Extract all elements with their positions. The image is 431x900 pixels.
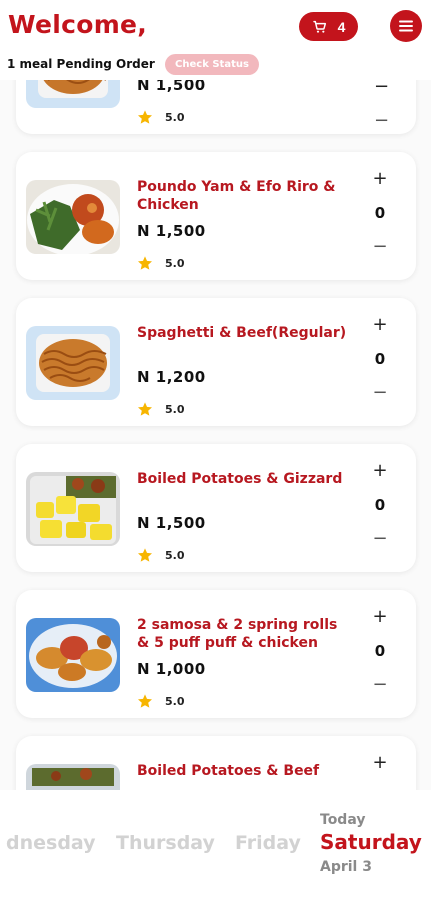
increment-button[interactable]: + — [372, 170, 387, 188]
quantity-stepper: + 0 − — [372, 170, 388, 256]
meal-list[interactable]: N 1,500 5.0 − − Poundo Yam & Efo Riro & … — [0, 80, 431, 790]
pending-order-text: 1 meal Pending Order — [7, 57, 155, 71]
cart-count: 4 — [337, 18, 346, 35]
star-icon — [138, 256, 152, 270]
meal-price: N 1,500 — [137, 80, 206, 94]
day-tab-thursday[interactable]: Thursday — [116, 832, 215, 854]
meal-card[interactable]: Boiled Potatoes & Beef + — [16, 736, 416, 790]
meal-image — [26, 618, 120, 692]
meal-name[interactable]: Boiled Potatoes & Gizzard — [137, 470, 352, 488]
day-tab-saturday[interactable]: Saturday — [320, 830, 422, 854]
rating-value: 5.0 — [165, 256, 185, 270]
meal-rating: 5.0 — [137, 255, 185, 271]
boiled-potatoes-icon — [26, 764, 120, 790]
rating-value: 5.0 — [165, 110, 185, 124]
increment-button[interactable]: + — [372, 754, 387, 772]
increment-button[interactable]: + — [372, 608, 387, 626]
meal-name[interactable]: 2 samosa & 2 spring rolls & 5 puff puff … — [137, 616, 352, 652]
spaghetti-plate-icon — [26, 80, 120, 108]
meal-image — [26, 326, 120, 400]
meal-price: N 1,000 — [137, 660, 206, 678]
meal-name[interactable]: Poundo Yam & Efo Riro & Chicken — [137, 178, 352, 214]
meal-image — [26, 180, 120, 254]
hamburger-icon — [399, 20, 413, 32]
quantity-value: 0 — [374, 350, 386, 368]
decrement-button[interactable]: − — [372, 384, 387, 402]
quantity-value: 0 — [374, 204, 386, 222]
meal-price: N 1,500 — [137, 222, 206, 240]
quantity-stepper: + — [372, 754, 388, 790]
meal-rating: 5.0 — [137, 693, 185, 709]
meal-card[interactable]: Spaghetti & Beef(Regular) N 1,200 5.0 + … — [16, 298, 416, 426]
decrement-button[interactable]: − — [374, 112, 389, 130]
quantity-stepper: + 0 − — [372, 462, 388, 548]
meal-rating: 5.0 — [137, 547, 185, 563]
page-title: Welcome, — [8, 10, 148, 39]
star-icon — [138, 694, 152, 708]
efo-riro-chicken-icon — [26, 180, 120, 254]
decrement-button[interactable]: − — [372, 238, 387, 256]
decrement-button[interactable]: − — [372, 676, 387, 694]
menu-button[interactable] — [390, 10, 422, 42]
meal-name[interactable]: Spaghetti & Beef(Regular) — [137, 324, 352, 342]
quantity-value: 0 — [374, 642, 386, 660]
quantity-stepper: + 0 − — [372, 608, 388, 694]
quantity-value: 0 — [374, 496, 386, 514]
day-selector[interactable]: dnesday Thursday Friday Today Saturday A… — [0, 790, 431, 900]
increment-button[interactable]: + — [372, 462, 387, 480]
meal-card[interactable]: Poundo Yam & Efo Riro & Chicken N 1,500 … — [16, 152, 416, 280]
header: Welcome, 4 1 meal Pending Order Check St… — [0, 0, 431, 80]
star-icon — [138, 402, 152, 416]
boiled-potatoes-icon — [26, 472, 120, 546]
increment-button[interactable]: + — [372, 316, 387, 334]
meal-card[interactable]: 2 samosa & 2 spring rolls & 5 puff puff … — [16, 590, 416, 718]
star-icon — [138, 548, 152, 562]
rating-value: 5.0 — [165, 694, 185, 708]
meal-price: N 1,200 — [137, 368, 206, 386]
rating-value: 5.0 — [165, 548, 185, 562]
meal-card[interactable]: Boiled Potatoes & Gizzard N 1,500 5.0 + … — [16, 444, 416, 572]
decrement-button[interactable]: − — [372, 530, 387, 548]
day-tab-friday[interactable]: Friday — [235, 832, 301, 854]
meal-image — [26, 764, 120, 790]
spaghetti-plate-icon — [26, 326, 120, 400]
meal-rating: 5.0 — [137, 401, 185, 417]
quantity-stepper: + 0 − — [372, 316, 388, 402]
meal-name[interactable]: Boiled Potatoes & Beef — [137, 762, 352, 780]
decrement-button[interactable]: − — [374, 80, 389, 96]
cart-icon — [312, 20, 326, 33]
meal-card[interactable]: N 1,500 5.0 − − — [16, 80, 416, 134]
meal-image — [26, 80, 120, 108]
meal-image — [26, 472, 120, 546]
cart-button[interactable]: 4 — [299, 12, 358, 41]
active-date: April 3 — [320, 859, 372, 875]
snack-platter-icon — [26, 618, 120, 692]
star-icon — [138, 110, 152, 124]
rating-value: 5.0 — [165, 402, 185, 416]
meal-price: N 1,500 — [137, 514, 206, 532]
day-tab-wednesday[interactable]: dnesday — [6, 832, 96, 854]
today-label: Today — [320, 812, 366, 828]
meal-rating: 5.0 — [137, 109, 185, 125]
check-status-button[interactable]: Check Status — [165, 54, 259, 75]
